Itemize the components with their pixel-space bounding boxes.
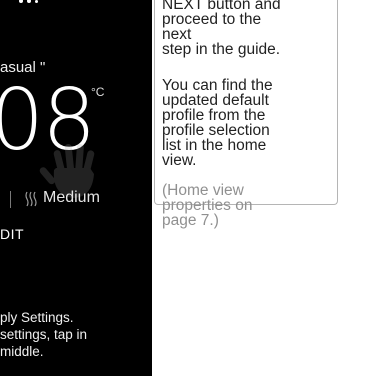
guide-text: profile selection <box>162 122 270 139</box>
temperature-unit: °C <box>91 85 105 99</box>
guide-text: profile from the <box>162 107 266 124</box>
mode-label: Medium <box>43 189 100 206</box>
page-reference: page 7.) <box>162 212 219 229</box>
page-reference: properties on <box>162 197 253 214</box>
instruction-line: ply Settings. <box>0 310 74 325</box>
guide-text: You can find the <box>162 77 273 94</box>
heat-waves-icon <box>24 191 40 212</box>
mode-divider <box>10 191 11 208</box>
edit-button[interactable]: DIT <box>0 226 24 242</box>
device-screen: asual " 08 °C Medium DIT ply Settings. s… <box>0 0 152 376</box>
guide-text: view. <box>162 152 197 169</box>
guide-text: step in the guide. <box>162 41 281 58</box>
page-dot <box>19 0 23 3</box>
page-dot <box>35 0 38 3</box>
instruction-line: middle. <box>0 344 44 359</box>
page-reference: (Home view <box>162 182 244 199</box>
guide-text: proceed to the <box>162 11 262 28</box>
settings-instructions: ply Settings. settings, tap in middle. <box>0 309 152 360</box>
instruction-line: settings, tap in <box>0 327 88 342</box>
guide-text: next <box>162 26 192 43</box>
guide-text: updated default <box>162 92 269 109</box>
page-dot <box>27 0 31 3</box>
guide-text: list in the home <box>162 137 267 154</box>
heating-mode[interactable]: Medium <box>0 188 152 210</box>
